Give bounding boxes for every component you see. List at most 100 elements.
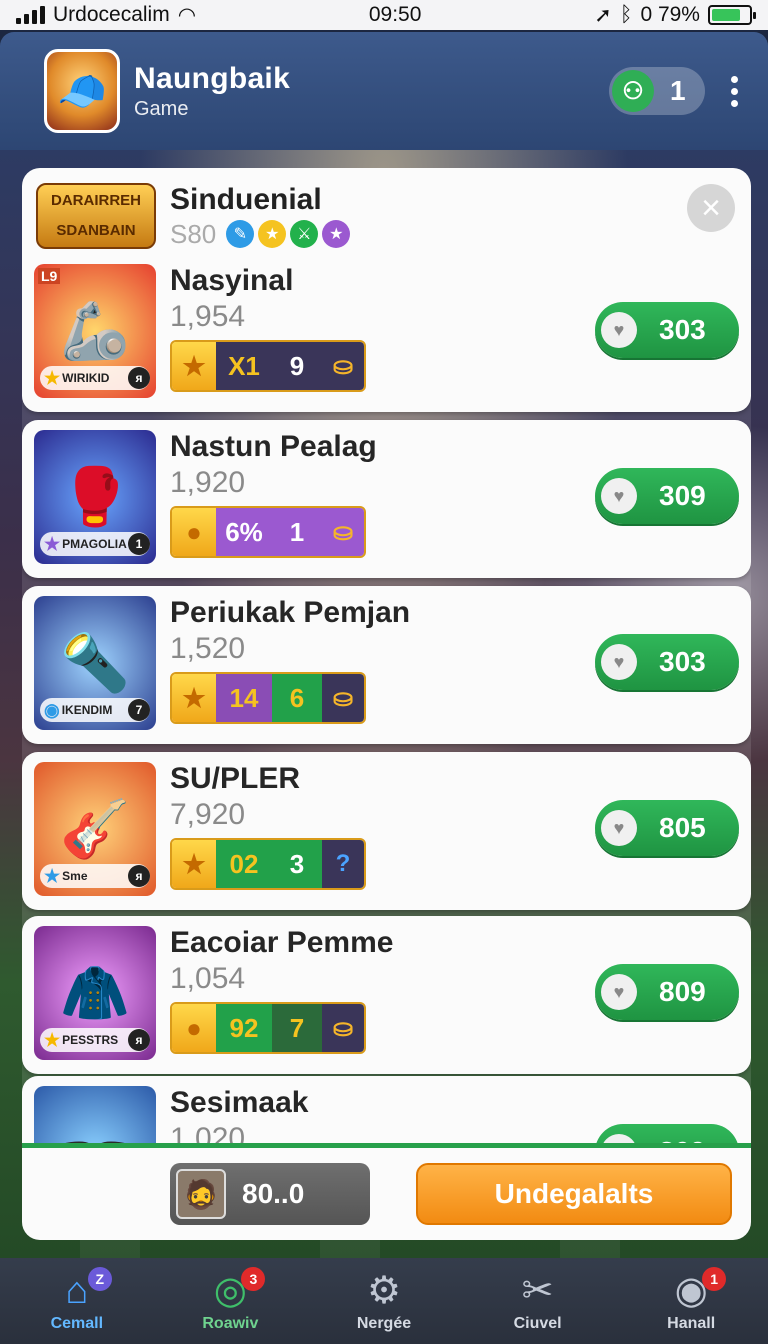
score-pill[interactable]: ♥ 309 bbox=[595, 1124, 739, 1143]
league-card: DARAIRREH SDANBAIN Sinduenial S80 ✎ ★ ⚔ … bbox=[22, 168, 751, 412]
player-score: 1,920 bbox=[170, 466, 246, 499]
coin-icon: ● bbox=[172, 508, 216, 556]
nav-item-nergee[interactable]: ⚙ Nergée bbox=[319, 1269, 449, 1333]
player-avatar: 🧥 ★ PESSTRS ᴙ bbox=[34, 926, 156, 1060]
nav-badge: 1 bbox=[702, 1267, 727, 1291]
nav-label: Roawiv bbox=[202, 1315, 259, 1332]
my-score-box[interactable]: 🧔 80..0 bbox=[170, 1163, 370, 1225]
leaderboard-row[interactable]: 🔦 ◉ IKENDIM 7 Periukak Pemjan 1,520 ★ 14 6… bbox=[22, 586, 751, 744]
close-button[interactable]: × bbox=[687, 184, 735, 232]
coin-icon: ⛀ bbox=[322, 342, 364, 390]
home-icon: ⌂ bbox=[65, 1270, 89, 1312]
player-name: SU/PLER bbox=[170, 762, 301, 795]
player-avatar: 🦾 L9 ★ WIRIKID ᴙ bbox=[34, 264, 156, 398]
score-pill[interactable]: ♥ 809 bbox=[595, 964, 739, 1020]
leaderboard-row[interactable]: 🧥 ★ PESSTRS ᴙ Eacoiar Pemme 1,054 ● 92 7 ⛀… bbox=[22, 916, 751, 1074]
score-pill[interactable]: ♥ 303 bbox=[595, 302, 739, 358]
star-icon: ★ bbox=[172, 674, 216, 722]
nav-item-cemall[interactable]: ⌂ Z Cemall bbox=[12, 1267, 142, 1333]
leaderboard-list[interactable]: DARAIRREH SDANBAIN Sinduenial S80 ✎ ★ ⚔ … bbox=[22, 168, 751, 1143]
star-icon: ★ bbox=[44, 367, 61, 388]
rank-icon: ᴙ bbox=[128, 367, 150, 389]
nav-item-hanall[interactable]: ◉ 1 Hanall bbox=[626, 1267, 756, 1333]
clock: 09:50 bbox=[368, 3, 422, 26]
leaderboard-row[interactable]: 🎸 ★ Sme ᴙ SU/PLER 7,920 ★ 02 3 ? ♥ 805 bbox=[22, 752, 751, 910]
player-avatar: 🔦 ◉ IKENDIM 7 bbox=[34, 596, 156, 730]
player-stats: ★ 02 3 ? bbox=[170, 838, 366, 890]
nav-badge: 3 bbox=[241, 1267, 266, 1291]
coin-icon: ⛀ bbox=[322, 508, 364, 556]
star-badge-icon: ★ bbox=[322, 220, 351, 248]
leaderboard-row[interactable]: 🦾 L9 ★ WIRIKID ᴙ Nasyinal 1,954 ★ X1 9 ⛀ ♥ bbox=[34, 264, 739, 400]
league-code: S80 bbox=[170, 218, 217, 249]
bluetooth-icon: ᛒ bbox=[619, 3, 633, 26]
friends-count: 1 bbox=[670, 75, 686, 106]
nav-item-ciuvel[interactable]: ✂ Ciuvel bbox=[473, 1269, 603, 1333]
user-icon: ⚇ bbox=[612, 70, 654, 112]
nav-label: Nergée bbox=[356, 1315, 412, 1332]
star-icon: ★ bbox=[172, 840, 216, 888]
star-icon: ★ bbox=[172, 342, 216, 390]
league-name: Sinduenial bbox=[170, 182, 322, 216]
leaderboard-panel: DARAIRREH SDANBAIN Sinduenial S80 ✎ ★ ⚔ … bbox=[22, 168, 751, 1240]
upgrade-button[interactable]: Undegalalts bbox=[416, 1163, 732, 1225]
player-stats: ★ X1 9 ⛀ bbox=[170, 340, 366, 392]
nav-item-roawiv[interactable]: ◎ 3 Roawiv bbox=[165, 1267, 295, 1333]
gear-icon: ⚙ bbox=[366, 1270, 402, 1312]
player-avatar: 🕶 bbox=[34, 1086, 156, 1143]
battery-text: 0 79% bbox=[640, 3, 700, 26]
location-icon: ➚ bbox=[594, 3, 612, 27]
friends-button[interactable]: ⚇ 1 bbox=[609, 67, 705, 115]
swords-icon: ⚔ bbox=[290, 220, 319, 248]
player-stats: ● 6% 1 ⛀ bbox=[170, 506, 366, 558]
player-name: Nasyinal bbox=[170, 264, 294, 297]
nav-label: Cemall bbox=[50, 1315, 104, 1332]
app-title: Naungbaik bbox=[134, 61, 291, 95]
feather-icon: ✎ bbox=[226, 220, 255, 248]
coin-icon: ⛀ bbox=[322, 674, 364, 722]
heart-icon: ♥ bbox=[601, 974, 637, 1010]
player-score: 1,520 bbox=[170, 632, 246, 665]
player-score: 1,954 bbox=[170, 300, 246, 333]
leaderboard-row[interactable]: 🥊 ★ PMAGOLIA 1 Nastun Pealag 1,920 ● 6% 1 … bbox=[22, 420, 751, 578]
player-stats: ★ 14 6 ⛀ bbox=[170, 672, 366, 724]
score-pill[interactable]: ♥ 303 bbox=[595, 634, 739, 690]
star-icon: ★ bbox=[258, 220, 287, 248]
player-avatar: 🥊 ★ PMAGOLIA 1 bbox=[34, 430, 156, 564]
tools-icon: ✂ bbox=[521, 1270, 554, 1312]
bottom-nav: ⌂ Z Cemall ◎ 3 Roawiv ⚙ Nergée ✂ Ciuvel … bbox=[0, 1258, 768, 1344]
player-name: Nastun Pealag bbox=[170, 430, 377, 463]
help-icon: ? bbox=[322, 840, 364, 888]
player-stats: ● 92 7 ⛀ bbox=[170, 1002, 366, 1054]
leaderboard-footer: 🧔 80..0 Undegalalts bbox=[22, 1143, 751, 1240]
battery-icon bbox=[707, 5, 756, 25]
nav-label: Ciuvel bbox=[513, 1315, 562, 1332]
player-avatar: 🎸 ★ Sme ᴙ bbox=[34, 762, 156, 896]
app-logo: 🧢 bbox=[44, 49, 120, 133]
score-pill[interactable]: ♥ 805 bbox=[595, 800, 739, 856]
league-logo: DARAIRREH SDANBAIN bbox=[36, 183, 156, 249]
coin-icon: ● bbox=[172, 1004, 216, 1052]
player-name: Sesimaak bbox=[170, 1086, 309, 1119]
status-bar: Urdocecalim ◠ 09:50 ➚ ᛒ 0 79% bbox=[0, 0, 768, 30]
heart-icon: ♥ bbox=[601, 810, 637, 846]
app-header: 🧢 Naungbaik Game ⚇ 1 bbox=[0, 32, 768, 150]
player-score: 7,920 bbox=[170, 798, 246, 831]
heart-icon: ♥ bbox=[601, 478, 637, 514]
leaderboard-row[interactable]: 🕶 Sesimaak 1,020 ♥ 309 bbox=[22, 1076, 751, 1143]
carrier-name: Urdocecalim bbox=[53, 3, 170, 26]
my-avatar: 🧔 bbox=[176, 1169, 226, 1219]
nav-label: Hanall bbox=[667, 1315, 716, 1332]
player-name: Eacoiar Pemme bbox=[170, 926, 394, 959]
player-score: 1,020 bbox=[170, 1122, 246, 1143]
score-pill[interactable]: ♥ 309 bbox=[595, 468, 739, 524]
app-subtitle: Game bbox=[134, 97, 189, 120]
more-menu-icon[interactable] bbox=[731, 75, 738, 107]
player-score: 1,054 bbox=[170, 962, 246, 995]
heart-icon: ♥ bbox=[601, 312, 637, 348]
player-name: Periukak Pemjan bbox=[170, 596, 411, 629]
nav-badge: Z bbox=[87, 1267, 112, 1291]
heart-icon: ♥ bbox=[601, 644, 637, 680]
heart-icon: ♥ bbox=[601, 1134, 637, 1143]
signal-icon bbox=[16, 6, 45, 24]
